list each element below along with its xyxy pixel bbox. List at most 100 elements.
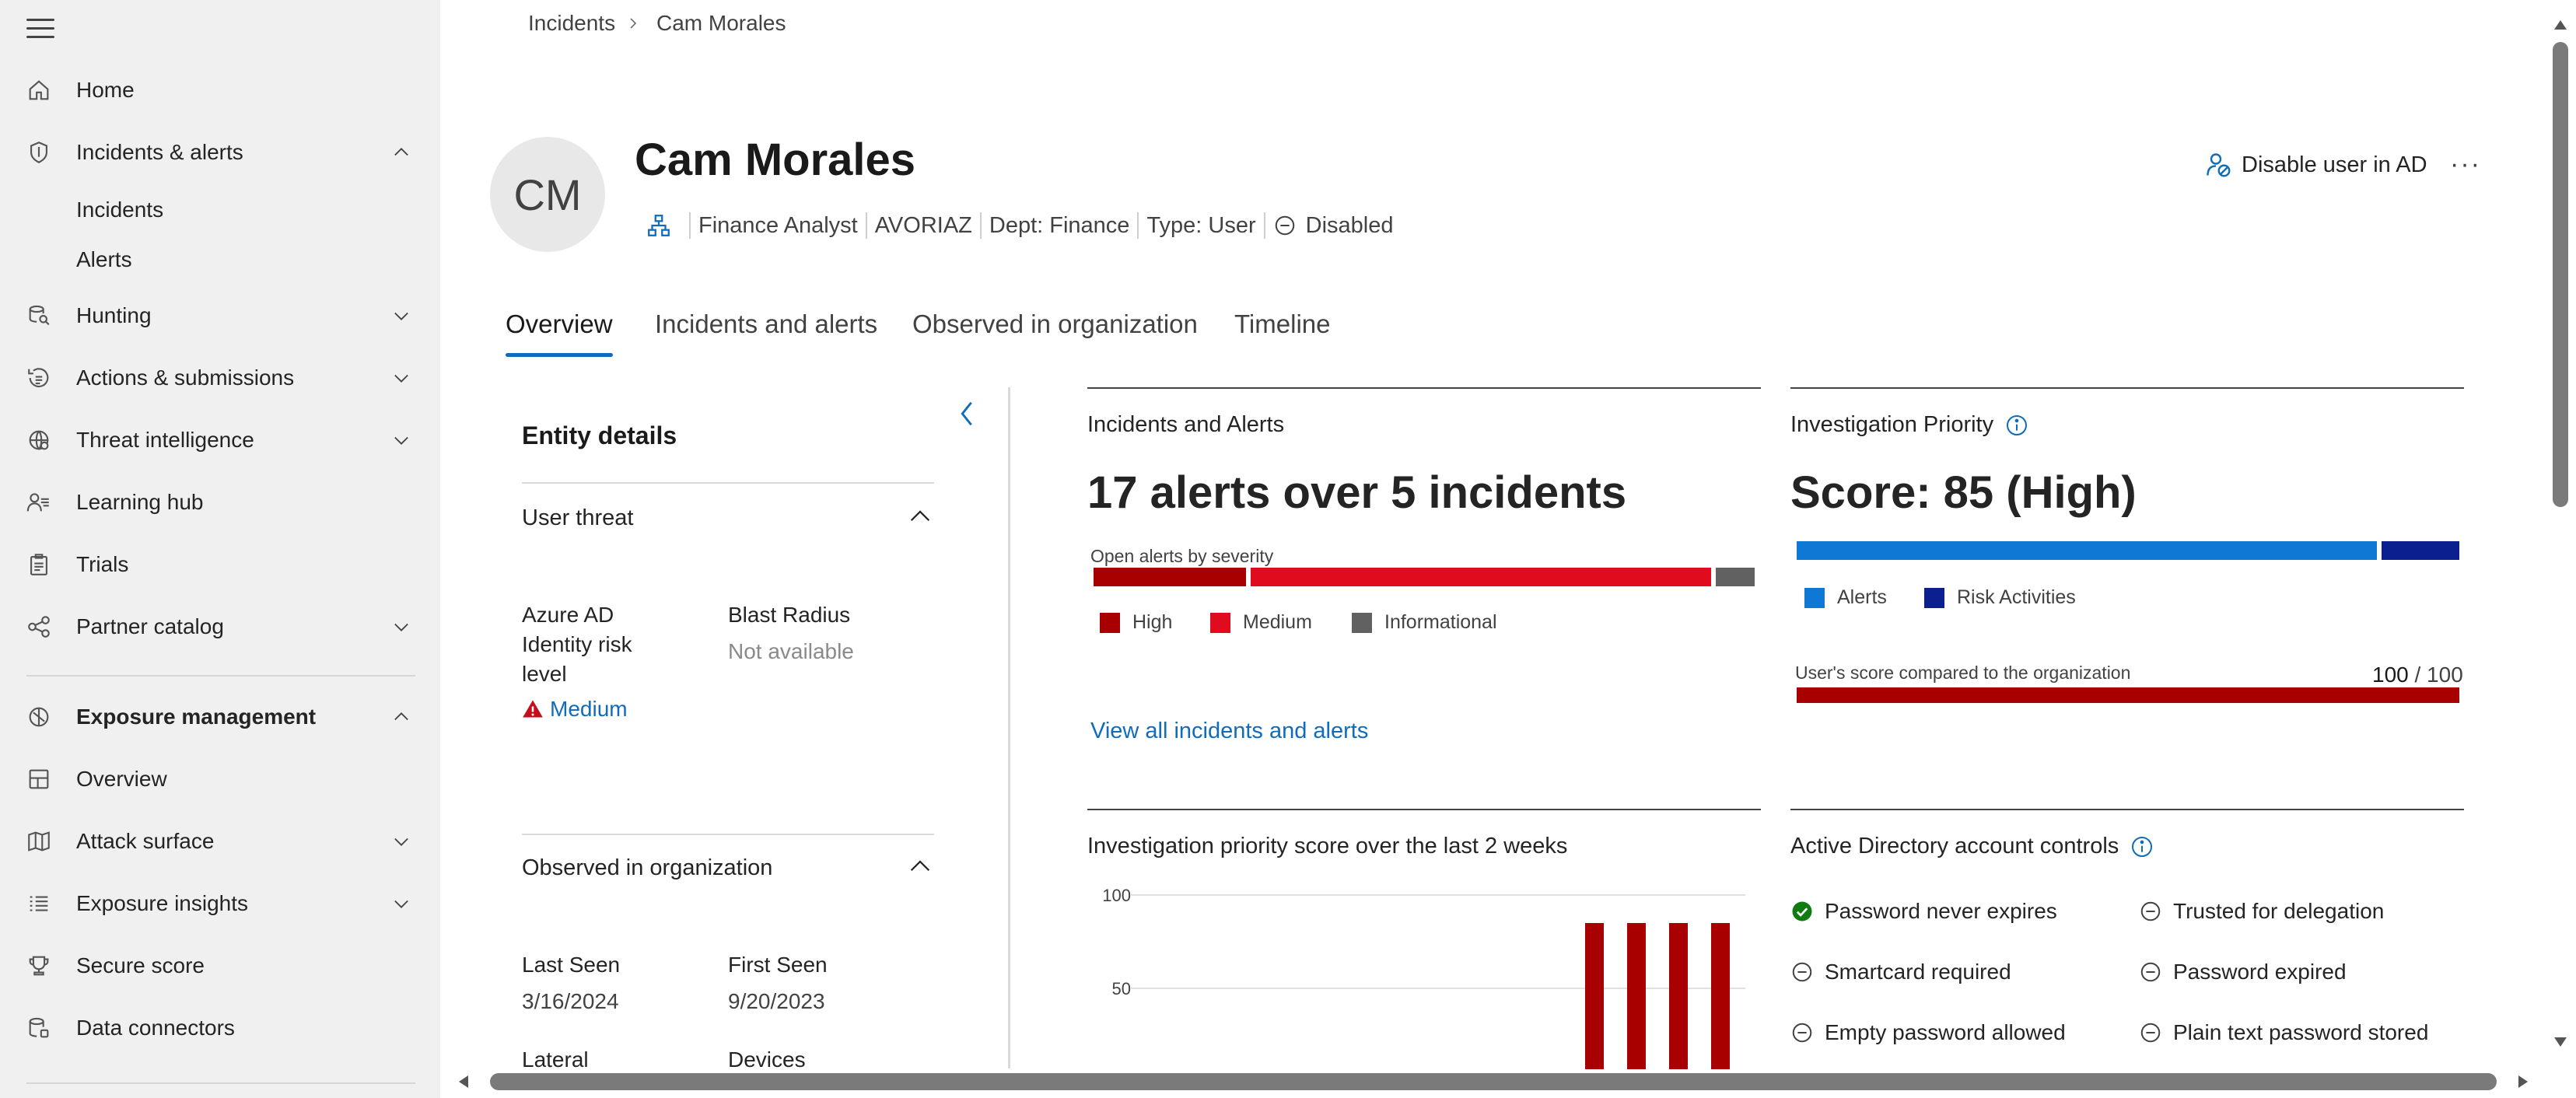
ad-controls-title-text: Active Directory account controls (1790, 834, 2119, 858)
ad-control-label: Plain text password stored (2173, 1020, 2429, 1044)
chart-bar[interactable] (1585, 923, 1604, 1069)
nav-item-alerts[interactable]: Alerts (0, 235, 440, 285)
chevron-down-icon[interactable] (390, 616, 412, 638)
vertical-scrollbar-thumb[interactable] (2553, 42, 2568, 507)
user-domain: AVORIAZ (874, 212, 972, 238)
severity-bar-medium[interactable] (1251, 568, 1711, 586)
tab-timeline[interactable]: Timeline (1234, 309, 1330, 339)
scroll-right-arrow-icon[interactable] (2514, 1073, 2531, 1090)
nav-item-incidents-alerts[interactable]: Incidents & alerts (0, 128, 440, 177)
nav-item-threat-intelligence[interactable]: Threat intelligence (0, 415, 440, 465)
org-compare-bar[interactable] (1797, 687, 2459, 703)
tab-overview[interactable]: Overview (506, 309, 613, 339)
chart-bar[interactable] (1711, 923, 1730, 1069)
azure-risk-level: Medium (550, 697, 628, 721)
nav-item-incidents[interactable]: Incidents (0, 185, 440, 235)
nav-item-overview[interactable]: Overview (0, 754, 440, 804)
connectors-icon (25, 1014, 53, 1042)
hunting-icon (25, 302, 53, 330)
scroll-left-arrow-icon[interactable] (456, 1073, 473, 1090)
minus-circle-icon (2140, 962, 2161, 982)
chart-bar[interactable] (1627, 923, 1646, 1069)
azure-risk-label: Azure AD Identity risk level (522, 603, 632, 686)
legend-high-label: High (1132, 611, 1173, 633)
nav-item-exposure-management[interactable]: Exposure management (0, 692, 440, 742)
last-seen-value: 3/16/2024 (522, 989, 619, 1013)
chevron-down-icon[interactable] (390, 305, 412, 327)
nav-item-actions-submissions[interactable]: Actions & submissions (0, 353, 440, 403)
first-seen-label: First Seen (728, 953, 828, 977)
legend-medium-label: Medium (1243, 611, 1312, 633)
view-all-incidents-link[interactable]: View all incidents and alerts (1090, 719, 1368, 744)
org-chart-icon[interactable] (646, 212, 672, 239)
nav-item-home[interactable]: Home (0, 65, 440, 115)
severity-bar-informational[interactable] (1716, 568, 1755, 586)
nav-item-attack-surface[interactable]: Attack surface (0, 817, 440, 866)
score-bar-risk-activities[interactable] (2382, 541, 2459, 560)
disable-user-button[interactable]: Disable user in AD (2204, 148, 2427, 182)
nav-item-exposure-insights[interactable]: Exposure insights (0, 879, 440, 928)
azure-risk-value[interactable]: Medium (522, 697, 628, 722)
chevron-left-icon[interactable] (955, 398, 978, 429)
chevron-up-icon[interactable] (390, 706, 412, 728)
observed-section-title[interactable]: Observed in organization (522, 855, 772, 881)
scroll-up-arrow-icon[interactable] (2551, 17, 2570, 33)
chevron-down-icon[interactable] (390, 830, 412, 852)
section-divider (522, 482, 934, 484)
meta-divider (865, 212, 867, 239)
nav-item-learning-hub[interactable]: Learning hub (0, 477, 440, 527)
card-divider (1790, 387, 2464, 389)
nav-item-trials[interactable]: Trials (0, 540, 440, 589)
chevron-up-icon[interactable] (390, 142, 412, 163)
legend-alerts-label: Alerts (1837, 586, 1887, 608)
ad-control-label: Password expired (2173, 960, 2347, 984)
minus-circle-icon (1792, 962, 1812, 982)
chevron-down-icon[interactable] (390, 893, 412, 914)
ad-control-label: Password never expires (1825, 899, 2057, 923)
ad-control-item: Plain text password stored (2139, 1020, 2428, 1045)
nav-item-hunting[interactable]: Hunting (0, 291, 440, 341)
scroll-down-arrow-icon[interactable] (2551, 1034, 2570, 1050)
user-threat-section-title[interactable]: User threat (522, 505, 633, 531)
ad-control-item: Password never expires (1790, 899, 2057, 924)
chevron-up-icon[interactable] (907, 854, 933, 880)
chart-bar[interactable] (1669, 923, 1688, 1069)
more-actions-button[interactable]: ··· (2450, 149, 2481, 180)
info-icon[interactable] (2130, 834, 2154, 859)
menu-toggle-icon[interactable] (26, 19, 54, 40)
nav-item-partner-catalog[interactable]: Partner catalog (0, 602, 440, 652)
legend-informational: Informational (1352, 611, 1497, 634)
meta-divider (979, 212, 982, 239)
info-icon[interactable] (2004, 413, 2029, 438)
score-bar-alerts[interactable] (1797, 541, 2377, 560)
exposure-icon (25, 703, 53, 731)
avatar: CM (490, 137, 605, 252)
legend-informational-label: Informational (1384, 611, 1497, 633)
severity-bar-high[interactable] (1094, 568, 1246, 586)
tab-observed-in-organization[interactable]: Observed in organization (912, 309, 1198, 339)
entity-details-title: Entity details (522, 421, 677, 449)
chevron-down-icon[interactable] (390, 367, 412, 389)
breadcrumb-incidents[interactable]: Incidents (528, 11, 615, 36)
nav-item-secure-score[interactable]: Secure score (0, 941, 440, 991)
minus-circle-icon (1792, 1023, 1812, 1043)
user-type: Type: User (1146, 212, 1256, 238)
nav-item-data-connectors[interactable]: Data connectors (0, 1003, 440, 1053)
user-meta: Finance Analyst AVORIAZ Dept: Finance Ty… (646, 210, 1394, 241)
chevron-up-icon[interactable] (907, 504, 933, 530)
ad-control-label: Smartcard required (1825, 960, 2011, 984)
meta-divider (1137, 212, 1139, 239)
horizontal-scrollbar-thumb[interactable] (490, 1073, 2497, 1090)
first-seen-value: 9/20/2023 (728, 989, 825, 1013)
panel-divider (1008, 387, 1010, 1068)
section-divider (522, 834, 934, 835)
chart-y-tick-label: 100 (1102, 886, 1131, 905)
tab-incidents-and-alerts[interactable]: Incidents and alerts (655, 309, 877, 339)
chevron-down-icon[interactable] (390, 429, 412, 451)
shield-icon (25, 138, 53, 166)
minus-circle-icon (2140, 901, 2161, 921)
blast-radius-label: Blast Radius (728, 603, 851, 627)
org-compare-label: User's score compared to the organizatio… (1795, 663, 2131, 683)
learning-icon (25, 488, 53, 516)
trend-card-title: Investigation priority score over the la… (1087, 834, 1568, 858)
